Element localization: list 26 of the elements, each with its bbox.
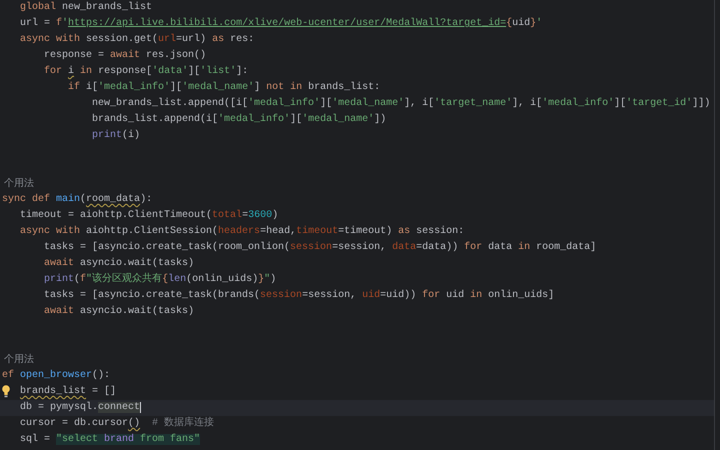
code-line[interactable]: db = pymysql.connect <box>0 400 714 416</box>
code-line[interactable]: url = f'https://api.live.bilibili.com/xlive/web-ucenter/user/MedalWall?target_id={uid}' <box>0 16 714 32</box>
code-line[interactable]: await asyncio.wait(tasks) <box>0 256 714 272</box>
code-line[interactable]: brands_list = [] <box>0 384 714 400</box>
code-line[interactable]: sql = "select brand from fans" <box>0 432 714 448</box>
code-line[interactable]: print(f"该分区观众共有{len(onlin_uids)}") <box>0 272 714 288</box>
code-line[interactable]: ef open_browser(): <box>0 368 714 384</box>
code-line[interactable]: response = await res.json() <box>0 48 714 64</box>
usage-hint[interactable]: 个用法 <box>0 352 714 368</box>
code-line[interactable]: if i['medal_info']['medal_name'] not in brands_list: <box>0 80 714 96</box>
code-line[interactable]: timeout = aiohttp.ClientTimeout(total=3600) <box>0 208 714 224</box>
code-editor[interactable] <box>0 0 715 450</box>
code-line[interactable]: async with aiohttp.ClientSession(headers=head,timeout=timeout) as session: <box>0 224 714 240</box>
code-line[interactable]: cursor = db.cursor() # 数据库连接 <box>0 416 714 432</box>
code-line[interactable]: new_brands_list.append([i['medal_info']['medal_name'], i['target_name'], i['medal_info']['target_id']]) <box>0 96 714 112</box>
code-line[interactable]: for i in response['data']['list']: <box>0 64 714 80</box>
code-line[interactable]: tasks = [asyncio.create_task(brands(session=session, uid=uid)) for uid in onlin_uids] <box>0 288 714 304</box>
usage-hint[interactable]: 个用法 <box>0 176 714 192</box>
code-line[interactable]: await asyncio.wait(tasks) <box>0 304 714 320</box>
code-line[interactable]: async with session.get(url=url) as res: <box>0 32 714 48</box>
code-line[interactable]: print(i) <box>0 128 714 144</box>
code-line[interactable]: sync def main(room_data): <box>0 192 714 208</box>
lightbulb-icon[interactable] <box>2 385 10 398</box>
code-line[interactable]: global new_brands_list <box>0 0 714 16</box>
code-line[interactable]: brands_list.append(i['medal_info']['medal_name']) <box>0 112 714 128</box>
code-line[interactable]: tasks = [asyncio.create_task(room_onlion(session=session, data=data)) for data in room_data] <box>0 240 714 256</box>
